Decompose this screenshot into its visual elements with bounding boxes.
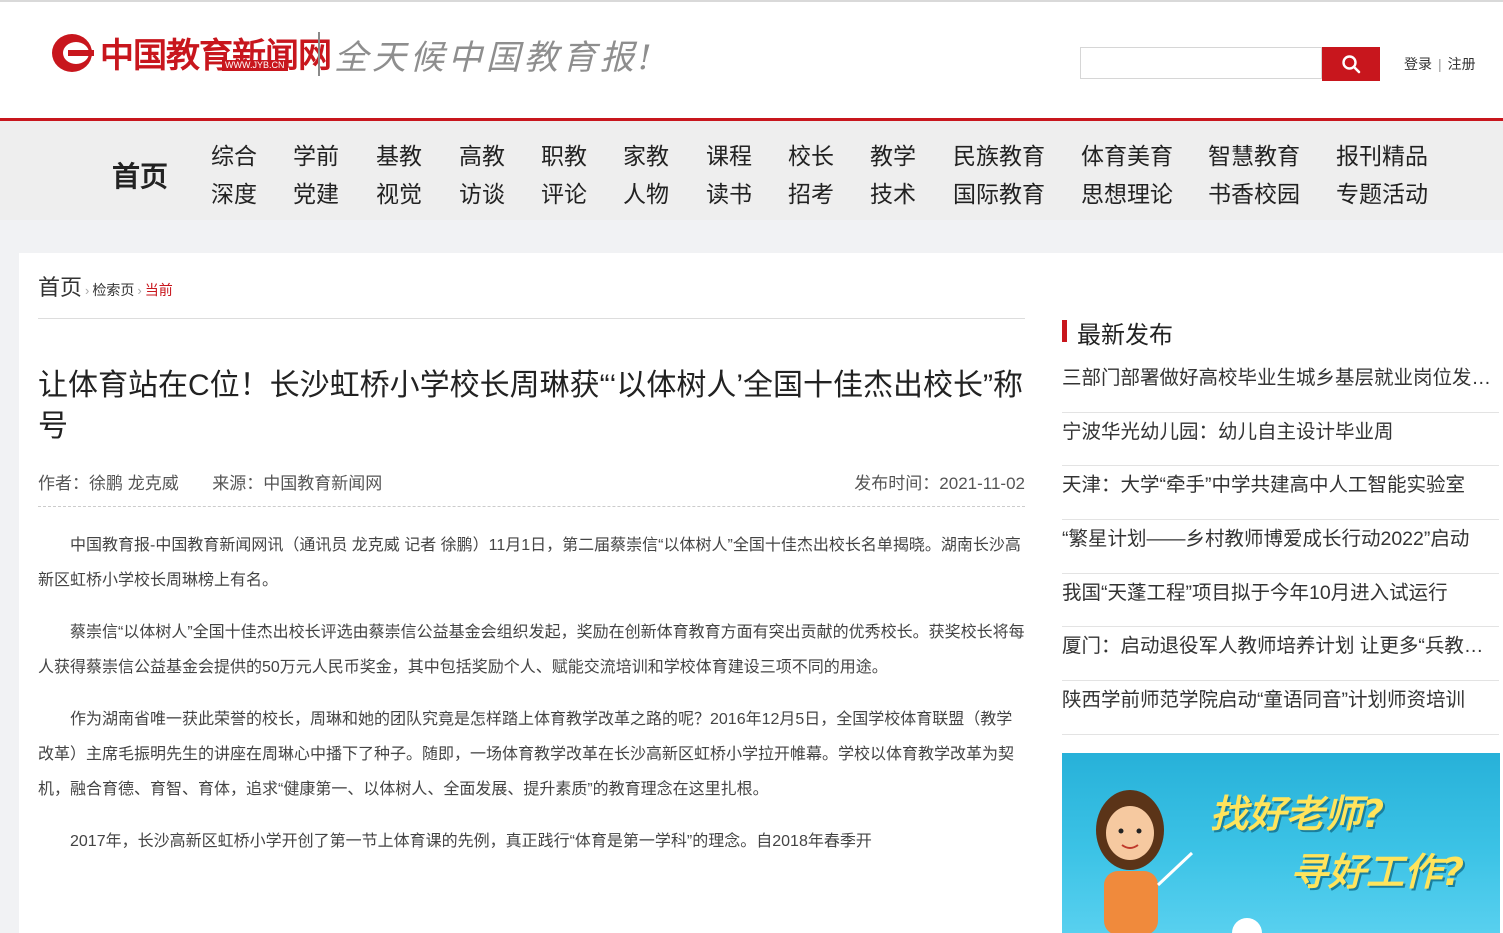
nav-item[interactable]: 智慧教育 <box>1208 137 1300 175</box>
nav-item[interactable]: 深度 <box>211 175 257 213</box>
nav-item[interactable]: 教学 <box>870 137 916 175</box>
nav-item[interactable]: 技术 <box>870 175 916 213</box>
news-item[interactable]: 三部门部署做好高校毕业生城乡基层就业岗位发布工作 <box>1062 359 1499 413</box>
nav-column: 课程 读书 <box>706 137 752 213</box>
nav-item[interactable]: 课程 <box>706 137 752 175</box>
article-author: 作者：徐鹏 龙克威 <box>38 474 179 493</box>
nav-item[interactable]: 思想理论 <box>1081 175 1173 213</box>
nav-item[interactable]: 综合 <box>211 137 257 175</box>
nav-column: 智慧教育 书香校园 <box>1208 137 1300 213</box>
news-item[interactable]: 厦门：启动退役军人教师培养计划 让更多“兵教师”走上讲台 <box>1062 627 1499 682</box>
content-panel: 首页 › 检索页 › 当前 让体育站在C位！长沙虹桥小学校长周琳获“‘以体树人’全国十佳… <box>19 253 1503 933</box>
nav-item[interactable]: 国际教育 <box>953 175 1045 213</box>
nav-item[interactable]: 书香校园 <box>1208 175 1300 213</box>
nav-item[interactable]: 读书 <box>706 175 752 213</box>
teacher-illustration-icon <box>1096 790 1194 933</box>
sidebar-heading: 最新发布 <box>1062 317 1502 349</box>
nav-item[interactable]: 家教 <box>623 137 669 175</box>
nav-item[interactable]: 招考 <box>788 175 834 213</box>
nav-item[interactable]: 评论 <box>541 175 587 213</box>
nav-column: 学前 党建 <box>293 137 339 213</box>
breadcrumb-home[interactable]: 首页 <box>38 275 82 300</box>
nav-item[interactable]: 基教 <box>376 137 422 175</box>
divider <box>38 506 1025 507</box>
news-item[interactable]: 我国“天蓬工程”项目拟于今年10月进入试运行 <box>1062 574 1499 628</box>
login-link[interactable]: 登录 <box>1404 56 1432 72</box>
nav-column: 职教 评论 <box>541 137 587 213</box>
nav-item[interactable]: 民族教育 <box>953 137 1045 175</box>
breadcrumb-current: 当前 <box>144 282 173 298</box>
auth-links: 登录 | 注册 <box>1404 54 1476 74</box>
nav-home[interactable]: 首页 <box>112 155 168 195</box>
nav-item[interactable]: 体育美育 <box>1081 137 1173 175</box>
banner-line-2: 寻好工作? <box>1290 850 1465 894</box>
site-header: 中国教育新闻网 WWW.JYB.CN 全天候中国教育报! 登录 | 注册 <box>0 2 1503 118</box>
news-item[interactable]: 陕西学前师范学院启动“童语同音”计划师资培训 <box>1062 681 1499 735</box>
news-item[interactable]: 天津：大学“牵手”中学共建高中人工智能实验室 <box>1062 466 1499 521</box>
nav-column: 教学 技术 <box>870 137 916 213</box>
main-nav: 首页 综合 深度 学前 党建 基教 视觉 高教 访谈 职教 评论 家教 人物 课… <box>0 118 1503 220</box>
nav-column: 报刊精品 专题活动 <box>1336 137 1428 213</box>
nav-column: 民族教育 国际教育 <box>953 137 1045 213</box>
sidebar-title: 最新发布 <box>1077 322 1173 349</box>
nav-item[interactable]: 专题活动 <box>1336 175 1428 213</box>
site-slogan: 全天候中国教育报! <box>334 38 656 78</box>
nav-item[interactable]: 学前 <box>293 137 339 175</box>
article-meta: 作者：徐鹏 龙克威 来源：中国教育新闻网 发布时间：2021-11-02 <box>38 469 1025 494</box>
nav-item[interactable]: 校长 <box>788 137 834 175</box>
breadcrumb: 首页 › 检索页 › 当前 <box>38 270 173 302</box>
nav-column: 基教 视觉 <box>376 137 422 213</box>
nav-item[interactable]: 高教 <box>459 137 505 175</box>
site-logo-text[interactable]: 中国教育新闻网 <box>100 28 332 77</box>
latest-news-list: 三部门部署做好高校毕业生城乡基层就业岗位发布工作 宁波华光幼儿园：幼儿自主设计毕… <box>1062 359 1499 735</box>
article-title: 让体育站在C位！长沙虹桥小学校长周琳获“‘以体树人’全国十佳杰出校长”称号 <box>38 369 1023 443</box>
banner-logo-icon <box>1232 918 1262 933</box>
nav-column: 家教 人物 <box>623 137 669 213</box>
register-link[interactable]: 注册 <box>1448 56 1476 72</box>
auth-separator: | <box>1438 56 1442 72</box>
article-paragraph: 作为湖南省唯一获此荣誉的校长，周琳和她的团队究竟是怎样踏上体育教学改革之路的呢？… <box>38 711 1015 798</box>
nav-item[interactable]: 视觉 <box>376 175 422 213</box>
nav-column: 高教 访谈 <box>459 137 505 213</box>
nav-item[interactable]: 人物 <box>623 175 669 213</box>
nav-column: 体育美育 思想理论 <box>1081 137 1173 213</box>
article-paragraph: 2017年，长沙高新区虹桥小学开创了第一节上体育课的先例，真正践行“体育是第一学… <box>70 833 872 850</box>
jyb-logo-icon[interactable] <box>50 32 96 74</box>
breadcrumb-search[interactable]: 检索页 <box>92 282 134 298</box>
nav-item[interactable]: 访谈 <box>459 175 505 213</box>
article-body: 中国教育报-中国教育新闻网讯（通讯员 龙克威 记者 徐鹏）11月1日，第二届蔡崇… <box>38 528 1028 876</box>
banner-line-1: 找好老师? <box>1210 792 1385 836</box>
nav-item[interactable]: 报刊精品 <box>1336 137 1428 175</box>
logo-divider <box>318 32 320 76</box>
search-input[interactable] <box>1080 47 1322 79</box>
article-paragraph: 中国教育报-中国教育新闻网讯（通讯员 龙克威 记者 徐鹏）11月1日，第二届蔡崇… <box>38 537 1021 589</box>
news-item[interactable]: “繁星计划——乡村教师博爱成长行动2022”启动 <box>1062 520 1499 574</box>
divider <box>38 318 1025 319</box>
nav-item[interactable]: 职教 <box>541 137 587 175</box>
heading-accent <box>1062 320 1067 342</box>
article-date: 发布时间：2021-11-02 <box>854 474 1025 493</box>
chevron-right-icon: › <box>137 283 142 298</box>
nav-item[interactable]: 党建 <box>293 175 339 213</box>
search-icon <box>1342 55 1361 74</box>
article-paragraph: 蔡崇信“以体树人”全国十佳杰出校长评选由蔡崇信公益基金会组织发起，奖励在创新体育… <box>38 624 1025 676</box>
article-source: 来源：中国教育新闻网 <box>212 474 383 493</box>
site-logo-url: WWW.JYB.CN <box>222 60 288 71</box>
recruitment-banner[interactable]: 找好老师? 寻好工作? <box>1062 753 1500 933</box>
search-button[interactable] <box>1322 47 1380 81</box>
news-item[interactable]: 宁波华光幼儿园：幼儿自主设计毕业周 <box>1062 413 1499 467</box>
chevron-right-icon: › <box>85 283 90 298</box>
nav-column: 校长 招考 <box>788 137 834 213</box>
nav-column: 综合 深度 <box>211 137 257 213</box>
